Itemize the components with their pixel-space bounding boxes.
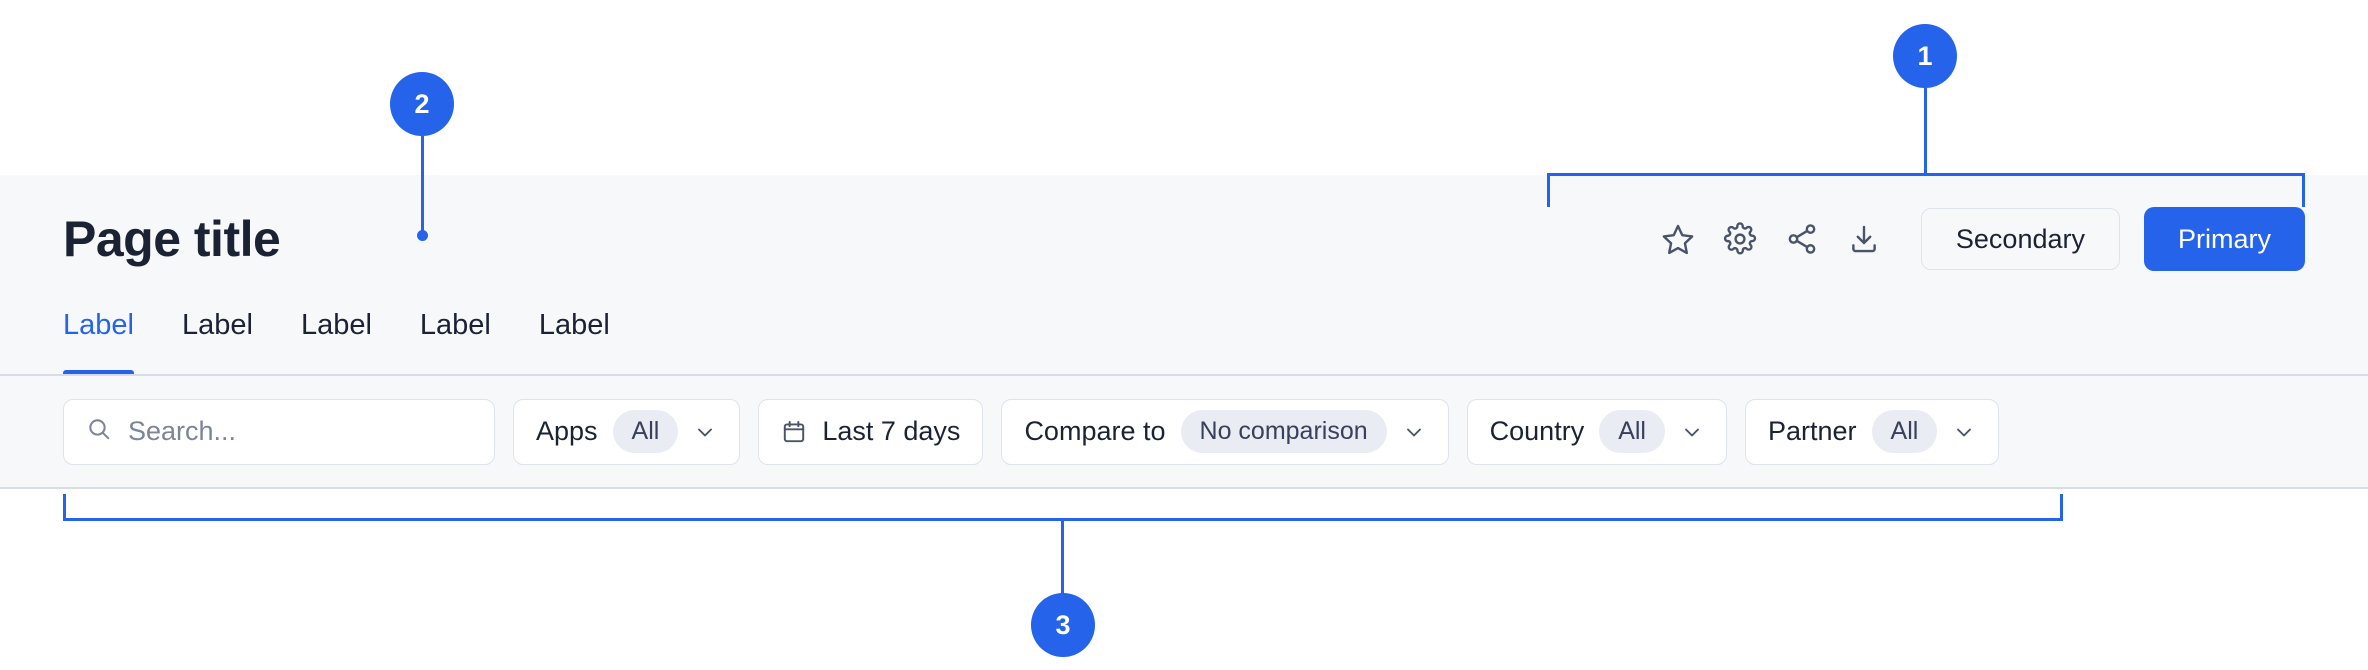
filter-bar: Apps All Last 7 days Compare to No (0, 376, 2368, 487)
chevron-down-icon (693, 420, 717, 444)
gear-icon-button[interactable] (1709, 208, 1771, 270)
filter-compare-label: Compare to (1024, 416, 1166, 446)
filter-apps-value: All (612, 410, 679, 453)
filter-bar-divider (0, 487, 2368, 489)
annotation-badge-2: 2 (390, 72, 454, 136)
share-icon (1785, 222, 1819, 256)
filter-date-label: Last 7 days (822, 416, 961, 446)
filter-chip-date-range[interactable]: Last 7 days (758, 398, 984, 465)
filter-chip-compare-to[interactable]: Compare to No comparison (1001, 398, 1449, 465)
header-actions: Secondary Primary (1647, 207, 2305, 271)
secondary-button[interactable]: Secondary (1920, 208, 2120, 270)
calendar-icon (781, 419, 807, 445)
tab-label-5-text: Label (538, 309, 610, 341)
filter-compare-value: No comparison (1180, 410, 1387, 453)
download-icon-button[interactable] (1833, 208, 1895, 270)
tab-label-4-text: Label (419, 309, 491, 341)
page-title: Page title (63, 211, 281, 267)
tab-label-2-text: Label (181, 309, 253, 341)
search-input-wrapper[interactable] (63, 398, 495, 465)
filter-partner-label: Partner (1768, 416, 1857, 446)
tab-label-1-text: Label (63, 309, 134, 341)
annotation-stem-1 (1924, 88, 1927, 174)
gear-icon (1723, 222, 1757, 256)
tab-label-5[interactable]: Label (515, 303, 634, 375)
tab-label-1[interactable]: Label (63, 303, 158, 375)
chevron-down-icon (1952, 420, 1976, 444)
annotation-badge-1: 1 (1893, 24, 1957, 88)
tab-label-3[interactable]: Label (277, 303, 396, 375)
tab-label-2[interactable]: Label (158, 303, 277, 375)
search-input[interactable] (128, 416, 472, 447)
filter-chip-partner[interactable]: Partner All (1745, 398, 2000, 465)
filter-chip-apps[interactable]: Apps All (513, 398, 741, 465)
search-icon (86, 416, 112, 447)
page-header: Page title Secondary Primary Label Label… (0, 175, 2368, 375)
share-icon-button[interactable] (1771, 208, 1833, 270)
tab-label-3-text: Label (300, 309, 372, 341)
page-root: Page title Secondary Primary Label Label… (0, 0, 2368, 670)
annotation-badge-3: 3 (1031, 593, 1095, 657)
star-icon (1661, 222, 1695, 256)
filter-country-label: Country (1489, 416, 1585, 446)
star-icon-button[interactable] (1647, 208, 1709, 270)
filter-partner-value: All (1871, 410, 1938, 453)
annotation-bracket-3 (63, 494, 2063, 521)
annotation-stem-3 (1061, 520, 1064, 607)
header-top-row: Page title Secondary Primary (0, 175, 2368, 303)
chevron-down-icon (1680, 420, 1704, 444)
tab-label-4[interactable]: Label (396, 303, 515, 375)
chevron-down-icon (1402, 420, 1426, 444)
filter-apps-label: Apps (536, 416, 598, 446)
filter-chip-country[interactable]: Country All (1466, 398, 1727, 465)
download-icon (1847, 222, 1881, 256)
filter-country-value: All (1599, 410, 1665, 453)
tab-bar: Label Label Label Label Label (63, 303, 634, 375)
primary-button[interactable]: Primary (2144, 207, 2305, 271)
